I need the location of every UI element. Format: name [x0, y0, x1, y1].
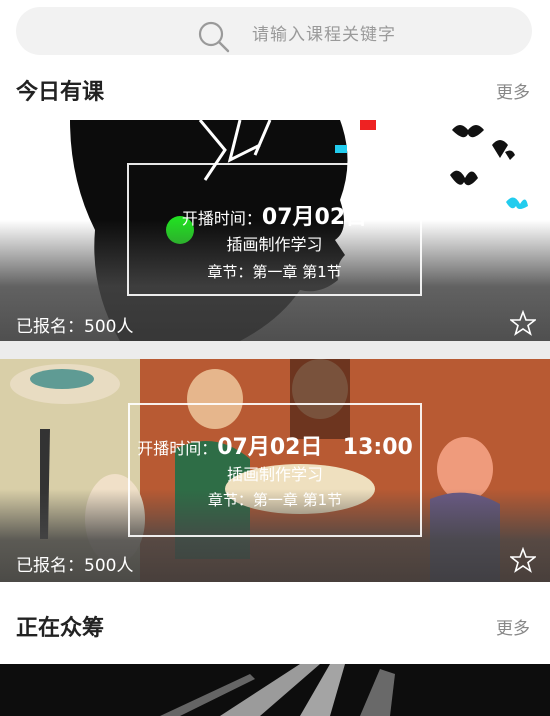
crowdfunding-more-link[interactable]: 更多 [496, 614, 530, 639]
enrolled-count: 已报名：500人 [16, 556, 134, 576]
course-info-box: 开播时间：07月02日 13:00 插画制作学习 章节：第一章 第1节 [128, 403, 422, 537]
section-title-today: 今日有课 [16, 80, 105, 105]
time-label: 开播时间： [181, 209, 262, 228]
crowdfunding-section-header: 正在众筹 更多 [0, 600, 550, 650]
broadcast-clock: 13:00 [342, 435, 413, 460]
crowdfunding-cover-image [0, 664, 550, 716]
broadcast-time: 开播时间：07月02日 13:00 [130, 429, 420, 461]
broadcast-time: 开播时间：07月02日 [129, 199, 420, 231]
star-icon[interactable] [510, 310, 536, 336]
course-card[interactable]: 开播时间：07月02日 插画制作学习 章节：第一章 第1节 已报名：500人 [0, 120, 550, 341]
course-name: 插画制作学习 [226, 465, 323, 484]
enrolled-count: 已报名：500人 [16, 317, 134, 337]
course-chapter: 章节：第一章 第1节 [207, 491, 343, 509]
broadcast-date: 07月02日 [217, 435, 323, 460]
star-icon[interactable] [510, 547, 536, 573]
today-section-header: 今日有课 更多 [0, 64, 550, 114]
today-more-link[interactable]: 更多 [496, 78, 530, 103]
search-area: 请输入课程关键字 [0, 0, 550, 62]
course-chapter: 章节：第一章 第1节 [207, 263, 342, 281]
search-placeholder: 请输入课程关键字 [252, 25, 396, 45]
section-title-crowdfunding: 正在众筹 [16, 616, 105, 641]
course-name: 插画制作学习 [226, 235, 323, 254]
time-label: 开播时间： [137, 439, 218, 458]
search-input[interactable]: 请输入课程关键字 [16, 7, 532, 55]
course-info-box: 开播时间：07月02日 插画制作学习 章节：第一章 第1节 [127, 163, 422, 296]
divider [0, 341, 550, 359]
search-icon [198, 21, 230, 53]
course-card[interactable]: 开播时间：07月02日 13:00 插画制作学习 章节：第一章 第1节 已报名：… [0, 359, 550, 582]
crowdfunding-card[interactable] [0, 664, 550, 716]
broadcast-date: 07月02日 [261, 205, 368, 230]
